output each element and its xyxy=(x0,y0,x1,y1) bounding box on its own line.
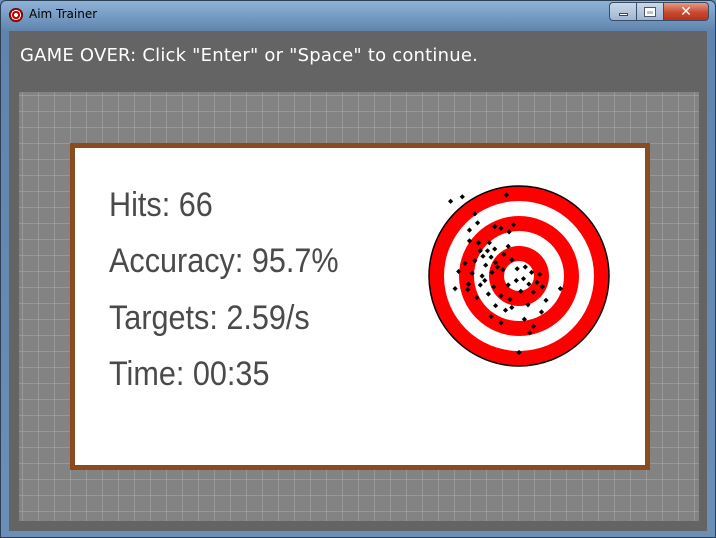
time-stat: Time: 00:35 xyxy=(109,355,269,394)
time-value: 00:35 xyxy=(192,355,270,393)
accuracy-value: 95.7% xyxy=(251,242,339,280)
hit-marker xyxy=(448,198,454,204)
close-button[interactable]: ✕ xyxy=(663,2,709,21)
close-icon: ✕ xyxy=(680,3,692,20)
minimize-icon xyxy=(618,13,628,16)
accuracy-stat: Accuracy: 95.7% xyxy=(109,242,339,281)
hits-label: Hits: xyxy=(109,186,171,224)
game-over-message: GAME OVER: Click "Enter" or "Space" to c… xyxy=(20,45,479,66)
game-canvas[interactable]: GAME OVER: Click "Enter" or "Space" to c… xyxy=(9,31,707,531)
title-bar[interactable]: Aim Trainer ✕ xyxy=(1,1,715,31)
accuracy-label: Accuracy: xyxy=(109,242,244,280)
time-label: Time: xyxy=(109,355,185,393)
window-controls: ✕ xyxy=(609,2,709,22)
target-graphic xyxy=(427,184,611,368)
maximize-button[interactable] xyxy=(636,2,663,21)
maximize-icon xyxy=(644,6,656,17)
targets-value: 2.59/s xyxy=(226,299,310,337)
target-svg xyxy=(428,185,610,367)
window-title: Aim Trainer xyxy=(29,7,98,21)
hits-stat: Hits: 66 xyxy=(109,186,213,225)
targets-label: Targets: xyxy=(109,299,218,337)
target-icon xyxy=(9,8,23,22)
hit-marker xyxy=(459,194,465,200)
target-rings xyxy=(428,185,610,367)
targets-stat: Targets: 2.59/s xyxy=(109,299,310,338)
app-window: Aim Trainer ✕ GAME OVER: Click "Enter" o… xyxy=(0,0,716,538)
results-panel: Hits: 66 Accuracy: 95.7% Targets: 2.59/s… xyxy=(70,143,650,470)
hits-value: 66 xyxy=(178,186,213,224)
minimize-button[interactable] xyxy=(609,2,636,21)
